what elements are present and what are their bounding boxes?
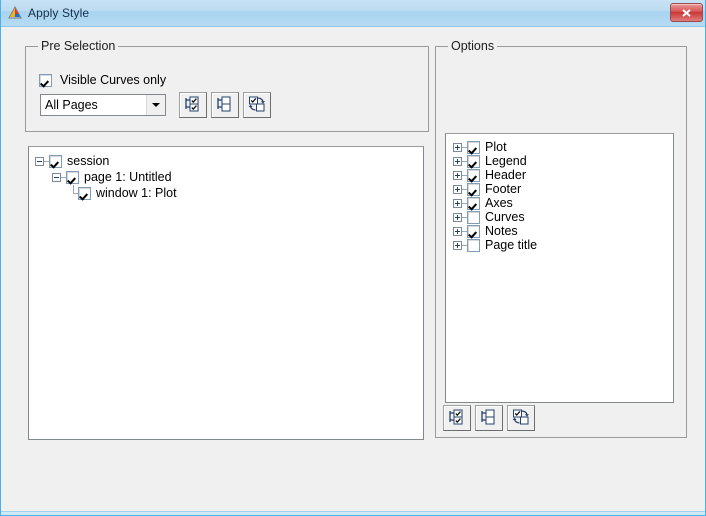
option-label: Header [485, 168, 526, 182]
option-label: Legend [485, 154, 527, 168]
visible-curves-only-checkbox[interactable] [39, 73, 52, 87]
tree-item-label: window 1: Plot [96, 186, 177, 200]
list-item[interactable]: Notes [446, 224, 673, 238]
options-list[interactable]: Plot Legend Header Footer Axes Curves No… [445, 133, 674, 403]
option-checkbox[interactable] [467, 154, 480, 168]
chevron-down-icon[interactable] [146, 95, 165, 115]
tree-root: session page 1: Untitled window 1: Plot [29, 147, 423, 201]
apply-style-dialog: Apply Style Pre Selection Visible Curves… [0, 0, 706, 516]
tree-item-label: session [67, 154, 110, 168]
tree-connector [69, 185, 78, 201]
list-item[interactable]: Legend [446, 154, 673, 168]
style-triangle-icon [7, 5, 23, 21]
check-all-icon [184, 96, 202, 115]
visible-curves-only-label: Visible Curves only [60, 73, 167, 87]
options-group-title: Options [448, 39, 498, 53]
collapse-expander-icon[interactable] [52, 172, 61, 182]
expand-expander-icon[interactable] [453, 184, 462, 194]
visible-curves-only-row[interactable]: Visible Curves only [39, 73, 166, 87]
expand-expander-icon[interactable] [453, 170, 462, 180]
option-label: Plot [485, 140, 507, 154]
expand-expander-icon[interactable] [453, 156, 462, 166]
list-item[interactable]: Axes [446, 196, 673, 210]
preselection-invert-selection-button[interactable] [243, 92, 271, 118]
option-checkbox[interactable] [467, 140, 480, 154]
scope-select-value: All Pages [45, 98, 98, 112]
preselection-uncheck-all-button[interactable] [211, 92, 239, 118]
option-checkbox[interactable] [467, 196, 480, 210]
tree-row[interactable]: session [29, 153, 423, 169]
scope-select[interactable]: All Pages [40, 94, 166, 116]
pre-selection-toolbar [179, 92, 271, 118]
option-label: Notes [485, 224, 518, 238]
options-list-body: Plot Legend Header Footer Axes Curves No… [446, 134, 673, 252]
collapse-expander-icon[interactable] [35, 156, 44, 166]
option-label: Axes [485, 196, 513, 210]
expand-expander-icon[interactable] [453, 226, 462, 236]
pre-selection-tree[interactable]: session page 1: Untitled window 1: Plot [28, 146, 424, 440]
tree-row[interactable]: window 1: Plot [29, 185, 423, 201]
tree-row[interactable]: page 1: Untitled [29, 169, 423, 185]
invert-selection-icon [248, 96, 266, 115]
option-checkbox[interactable] [467, 168, 480, 182]
options-invert-selection-button[interactable] [507, 405, 535, 431]
tree-item-checkbox[interactable] [49, 154, 62, 168]
window-title: Apply Style [28, 6, 90, 20]
options-uncheck-all-button[interactable] [475, 405, 503, 431]
tree-item-checkbox[interactable] [78, 186, 91, 200]
invert-selection-icon [512, 409, 530, 428]
list-item[interactable]: Page title [446, 238, 673, 252]
tree-item-checkbox[interactable] [66, 170, 79, 184]
pre-selection-group-title: Pre Selection [38, 39, 119, 53]
option-label: Curves [485, 210, 525, 224]
option-checkbox[interactable] [467, 238, 480, 252]
options-check-all-button[interactable] [443, 405, 471, 431]
option-label: Page title [485, 238, 538, 252]
pre-selection-group: Pre Selection [25, 39, 429, 132]
option-checkbox[interactable] [467, 182, 480, 196]
option-checkbox[interactable] [467, 210, 480, 224]
options-toolbar [443, 405, 535, 431]
option-label: Footer [485, 182, 522, 196]
list-item[interactable]: Curves [446, 210, 673, 224]
expand-expander-icon[interactable] [453, 198, 462, 208]
expand-expander-icon[interactable] [453, 212, 462, 222]
title-bar: Apply Style [1, 0, 705, 27]
uncheck-all-icon [480, 409, 498, 428]
option-checkbox[interactable] [467, 224, 480, 238]
uncheck-all-icon [216, 96, 234, 115]
expand-expander-icon[interactable] [453, 142, 462, 152]
list-item[interactable]: Header [446, 168, 673, 182]
close-button[interactable] [670, 3, 703, 22]
expand-expander-icon[interactable] [453, 240, 462, 250]
preselection-check-all-button[interactable] [179, 92, 207, 118]
window-bottom-accent [1, 511, 705, 515]
list-item[interactable]: Footer [446, 182, 673, 196]
list-item[interactable]: Plot [446, 140, 673, 154]
tree-item-label: page 1: Untitled [84, 170, 172, 184]
check-all-icon [448, 409, 466, 428]
dialog-button-row: Apply OK Cancel [1, 470, 705, 504]
